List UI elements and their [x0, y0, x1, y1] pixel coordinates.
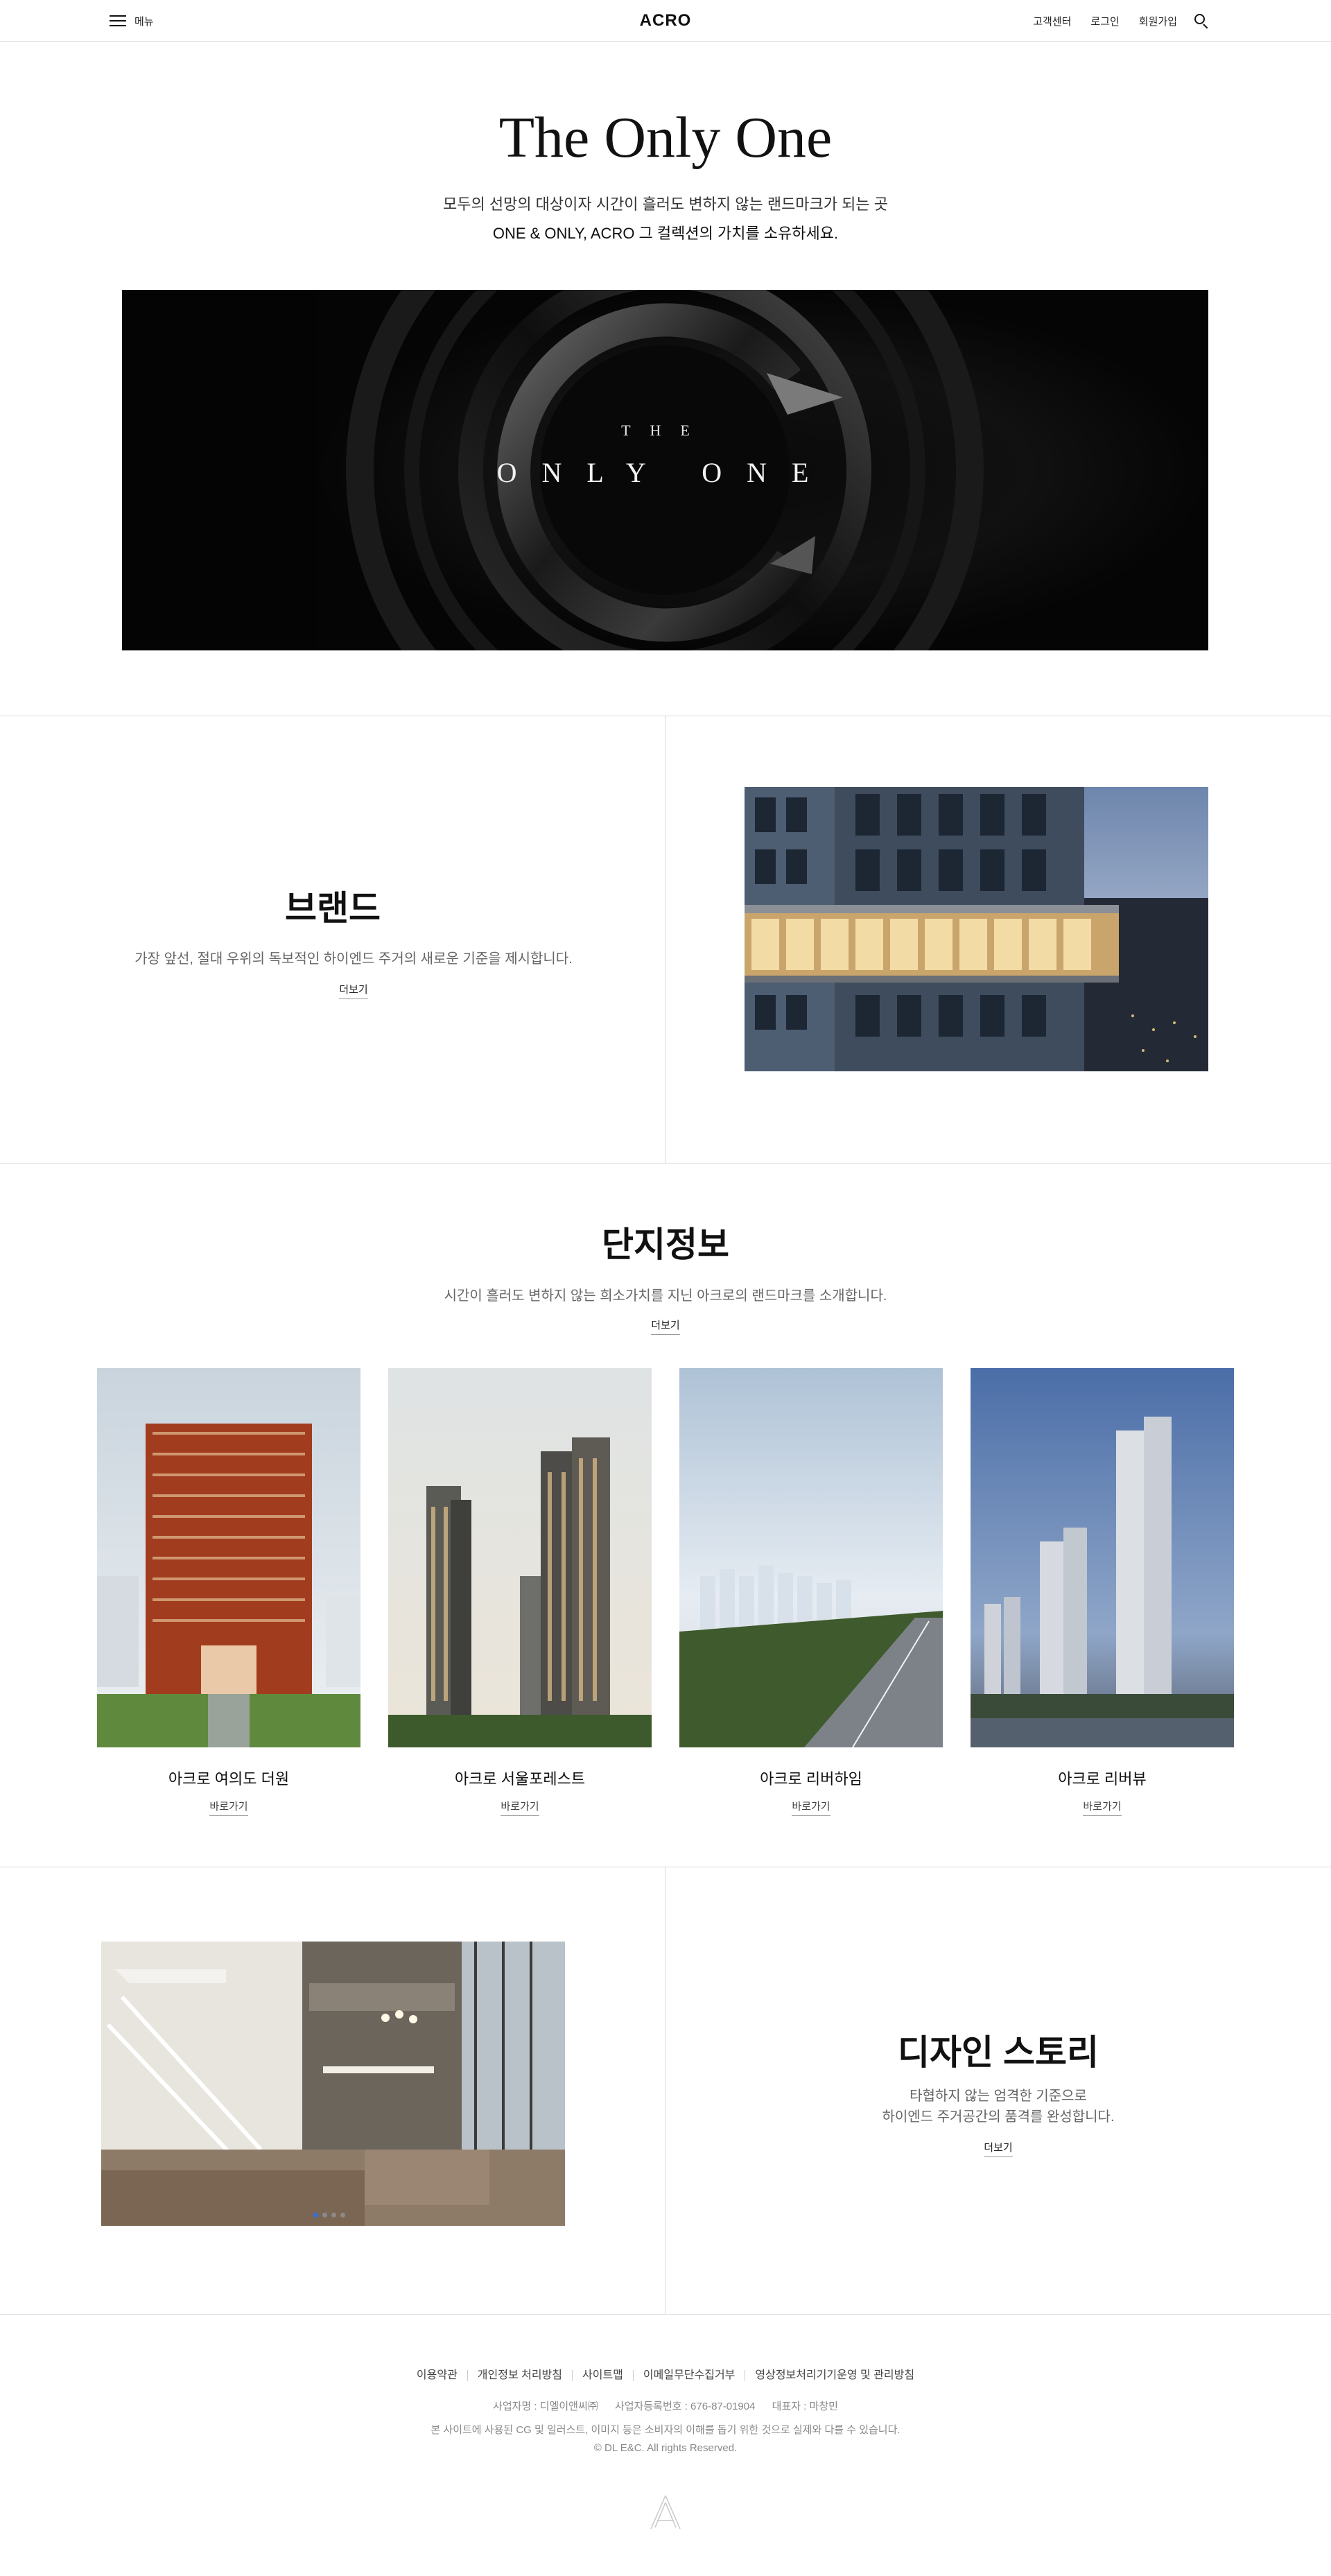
complex-link-wrap: 바로가기 [971, 1799, 1234, 1816]
footer-ceo: 대표자 : 마창민 [772, 2401, 838, 2412]
design-story-description: 타협하지 않는 엄격한 기준으로 하이엔드 주거공간의 품격를 완성합니다. [666, 2086, 1331, 2127]
complex-card[interactable]: 아크로 여의도 더원 바로가기 [97, 1368, 360, 1816]
brand-more-link[interactable]: 더보기 [339, 982, 368, 999]
complex-card[interactable]: 아크로 리버뷰 바로가기 [971, 1368, 1234, 1816]
footer-links: 이용약관 개인정보 처리방침 사이트맵 이메일무단수집거부 영상정보처리기기운영 및 관… [0, 2369, 1331, 2382]
acro-logo[interactable]: ACRO [640, 11, 692, 30]
hero-description: 모두의 선망의 대상이자 시간이 흘러도 변하지 않는 랜드마크가 되는 곳 O… [0, 190, 1331, 248]
footer-link-email-refusal[interactable]: 이메일무단수집거부 [632, 2370, 745, 2381]
complex-description: 시간이 흘러도 변하지 않는 희소가치를 지닌 아크로의 랜드마크를 소개합니다… [444, 1288, 887, 1304]
complex-image-riverview[interactable] [971, 1368, 1234, 1747]
site-header: 메뉴 ACRO 고객센터 로그인 회원가입 [0, 0, 1331, 42]
footer-copyright: © DL E&C. All rights Reserved. [593, 2442, 738, 2454]
search-icon[interactable] [1194, 13, 1209, 29]
footer-link-terms[interactable]: 이용약관 [407, 2370, 467, 2381]
brand-image [745, 787, 1208, 1071]
footer-company-info: 사업자명 : 디엘이앤씨㈜ 사업자등록번호 : 676-87-01904 대표자… [0, 2398, 1331, 2413]
complex-name: 아크로 서울포레스트 [454, 1770, 586, 1788]
divider [0, 1163, 1331, 1164]
footer-notice: 본 사이트에 사용된 CG 및 일러스트, 이미지 등은 소비자의 이해를 돕기… [0, 2421, 1331, 2457]
slider-dot[interactable] [340, 2213, 345, 2218]
complex-go-link[interactable]: 바로가기 [792, 1799, 830, 1816]
complex-name: 아크로 리버하임 [760, 1770, 862, 1788]
complex-card[interactable]: 아크로 리버하임 바로가기 [679, 1368, 943, 1816]
brand-description: 가장 앞선, 절대 우위의 독보적인 하이엔드 주거의 새로운 기준을 제시합니… [134, 951, 573, 967]
menu-button[interactable]: 메뉴 [110, 11, 154, 31]
complex-link-wrap: 바로가기 [679, 1799, 943, 1816]
complex-link-wrap: 바로가기 [388, 1799, 652, 1816]
banner-only-one-text: ONLY ONE [496, 457, 834, 488]
divider [0, 2314, 1331, 2315]
complex-name: 아크로 리버뷰 [1058, 1770, 1147, 1788]
customer-center-link[interactable]: 고객센터 [1033, 14, 1071, 28]
design-story-image[interactable] [101, 1942, 565, 2226]
login-link[interactable]: 로그인 [1090, 14, 1119, 28]
design-story-more-link[interactable]: 더보기 [984, 2140, 1013, 2157]
hamburger-icon [110, 15, 126, 27]
complex-go-link[interactable]: 바로가기 [1083, 1799, 1122, 1816]
footer-link-cctv-policy[interactable]: 영상정보처리기기운영 및 관리방침 [745, 2370, 924, 2381]
hero-banner[interactable]: THE ONLY ONE [122, 290, 1208, 650]
complex-name: 아크로 여의도 더원 [168, 1770, 290, 1788]
hero-title: The Only One [498, 105, 833, 170]
complex-image-riverheim[interactable] [679, 1368, 943, 1747]
signup-link[interactable]: 회원가입 [1139, 14, 1177, 28]
complex-go-link[interactable]: 바로가기 [209, 1799, 248, 1816]
banner-the-text: THE [621, 422, 709, 439]
complex-card[interactable]: 아크로 서울포레스트 바로가기 [388, 1368, 652, 1816]
footer-link-sitemap[interactable]: 사이트맵 [572, 2370, 633, 2381]
vertical-divider [665, 716, 666, 1163]
brand-more-wrap: 더보기 [0, 982, 707, 999]
slider-dot[interactable] [331, 2213, 336, 2218]
design-story-title: 디자인 스토리 [898, 2033, 1099, 2072]
footer-link-privacy[interactable]: 개인정보 처리방침 [467, 2370, 572, 2381]
utility-nav: 고객센터 로그인 회원가입 [1033, 11, 1209, 31]
slider-dot-active[interactable] [313, 2213, 318, 2218]
design-story-desc-line1: 타협하지 않는 엄격한 기준으로 [910, 2089, 1087, 2104]
hero-desc-line1: 모두의 선망의 대상이자 시간이 흘러도 변하지 않는 랜드마크가 되는 곳 [443, 196, 888, 213]
footer-company-name: 사업자명 : 디엘이앤씨㈜ [493, 2401, 598, 2412]
brand-title: 브랜드 [285, 889, 381, 928]
design-story-more-wrap: 더보기 [666, 2140, 1331, 2157]
complex-go-link[interactable]: 바로가기 [501, 1799, 539, 1816]
slider-dot[interactable] [322, 2213, 327, 2218]
complex-more-link[interactable]: 더보기 [651, 1317, 680, 1335]
footer-biz-number: 사업자등록번호 : 676-87-01904 [614, 2401, 756, 2412]
slider-pagination [313, 2213, 345, 2218]
complex-link-wrap: 바로가기 [97, 1799, 360, 1816]
footer-disclaimer: 본 사이트에 사용된 CG 및 일러스트, 이미지 등은 소비자의 이해를 돕기… [430, 2424, 901, 2436]
hero-desc-line2: ONE & ONLY, ACRO 그 컬렉션의 가치를 소유하세요. [492, 225, 839, 242]
complex-title: 단지정보 [602, 1225, 729, 1264]
complex-more-wrap: 더보기 [0, 1317, 1331, 1335]
footer-acro-logo-icon [648, 2493, 683, 2532]
menu-label: 메뉴 [134, 15, 154, 28]
design-story-desc-line2: 하이엔드 주거공간의 품격를 완성합니다. [882, 2109, 1115, 2125]
complex-image-seoul-forest[interactable] [388, 1368, 652, 1747]
complex-image-yeouido[interactable] [97, 1368, 360, 1747]
